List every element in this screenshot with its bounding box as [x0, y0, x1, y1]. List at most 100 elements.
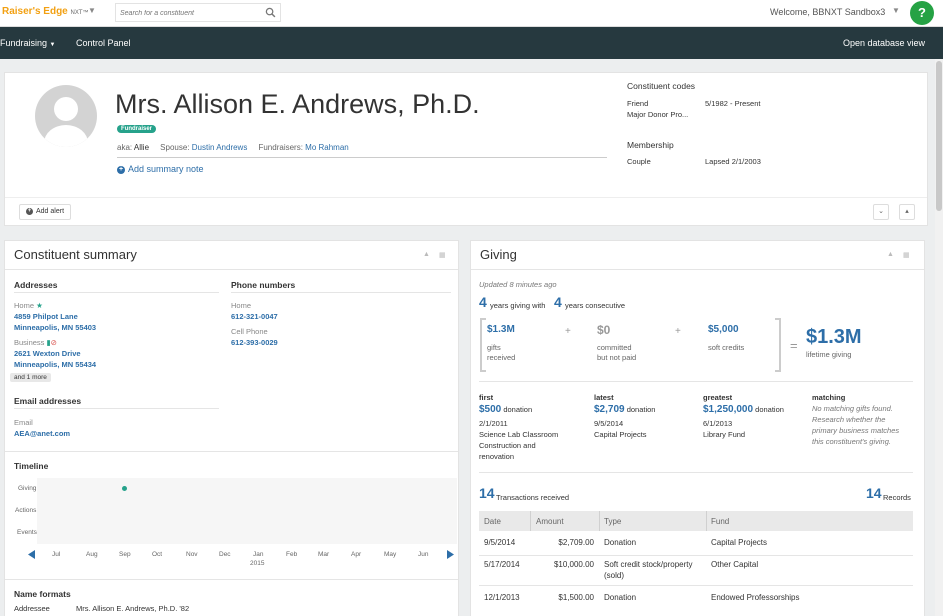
- timeline-month: May: [384, 551, 397, 558]
- phone-home-value[interactable]: 612-321-0047: [231, 312, 278, 321]
- fundraisers-label: Fundraisers:: [258, 143, 303, 152]
- phone-cell-value[interactable]: 612-393-0029: [231, 338, 278, 347]
- email-value[interactable]: AEA@anet.com: [14, 429, 70, 438]
- aka-value: Allie: [133, 143, 150, 152]
- timeline-month: Apr: [351, 551, 362, 558]
- section-divider: [5, 451, 458, 452]
- spouse-link[interactable]: Dustin Andrews: [192, 143, 248, 152]
- business-address-line2[interactable]: Minneapolis, MN 55434: [14, 360, 96, 369]
- open-database-view-link[interactable]: Open database view: [843, 38, 925, 48]
- timeline-prev-icon[interactable]: [28, 550, 36, 559]
- section-divider: [14, 408, 219, 409]
- aka-label: aka:: [117, 143, 133, 152]
- matching-title: matching: [812, 393, 846, 402]
- plus-operator: +: [565, 326, 571, 337]
- column-divider: [599, 511, 600, 531]
- phone-home-label: Home: [231, 301, 252, 310]
- timeline-year: 2015: [250, 560, 265, 567]
- lifetime-giving-value[interactable]: $1.3M: [806, 326, 862, 349]
- matching-text-3: primary business matches: [812, 426, 900, 435]
- latest-gift[interactable]: $2,709 donation: [594, 404, 655, 415]
- matching-text-2: Research whether the: [812, 415, 886, 424]
- timeline-month: Feb: [286, 551, 298, 558]
- email-label: Email: [14, 418, 33, 427]
- star-icon: ★: [36, 301, 43, 310]
- business-address-line1[interactable]: 2621 Wexton Drive: [14, 349, 81, 358]
- greatest-amount: $1,250,000: [703, 404, 754, 415]
- phone-cell-label: Cell Phone: [231, 327, 268, 336]
- timeline-month: Nov: [186, 551, 198, 558]
- greatest-gift[interactable]: $1,250,000 donation: [703, 404, 784, 415]
- matching-text-1: No matching gifts found.: [812, 404, 893, 413]
- committed-label-2: but not paid: [597, 353, 637, 362]
- chevron-down-icon: ▼: [49, 42, 56, 48]
- help-button[interactable]: ?: [910, 1, 934, 25]
- nav-fundraising[interactable]: Fundraising ▼: [0, 38, 56, 48]
- timeline-chart: [37, 478, 457, 544]
- cell-fund: Endowed Professorships: [711, 593, 800, 602]
- giving-updated: Updated 8 minutes ago: [479, 280, 557, 289]
- records-count: 14: [866, 485, 882, 501]
- timeline-giving-dot[interactable]: [122, 486, 127, 491]
- first-gift[interactable]: $500 donation: [479, 404, 532, 415]
- welcome-user[interactable]: Welcome, BBNXT Sandbox3: [770, 7, 885, 17]
- timeline-title: Timeline: [14, 461, 49, 471]
- timeline-month: Jun: [418, 551, 429, 558]
- expand-down-button[interactable]: ⌄: [873, 204, 889, 220]
- collapse-icon[interactable]: ▲: [423, 251, 430, 258]
- code-label: Major Donor Pro...: [627, 110, 689, 119]
- name-formats-title: Name formats: [14, 589, 71, 599]
- timeline-next-icon[interactable]: [447, 550, 455, 559]
- page-scrollbar[interactable]: [935, 59, 943, 616]
- fundraiser-link[interactable]: Mo Rahman: [305, 143, 349, 152]
- cell-fund: Other Capital: [711, 560, 759, 569]
- gifts-received-label-2: received: [487, 353, 516, 362]
- first-amount: $500: [479, 404, 502, 415]
- timeline-month: Sep: [119, 551, 131, 558]
- soft-credits-value[interactable]: $5,000: [708, 324, 739, 335]
- giving-panel-title: Giving: [480, 247, 517, 262]
- grid-icon[interactable]: ▦: [903, 251, 910, 259]
- app-menu-caret-icon[interactable]: ▼: [88, 6, 96, 15]
- panel-divider: [471, 269, 924, 270]
- timeline-month: Dec: [219, 551, 231, 558]
- collapse-icon[interactable]: ▲: [887, 251, 894, 258]
- cell-fund: Capital Projects: [711, 538, 768, 547]
- collapse-up-button[interactable]: ▴: [899, 204, 915, 220]
- cell-date: 9/5/2014: [484, 538, 516, 547]
- col-header-date[interactable]: Date: [484, 517, 501, 526]
- more-addresses-chip[interactable]: and 1 more: [10, 373, 51, 382]
- timeline-month: Mar: [318, 551, 330, 558]
- cell-amount: $2,709.00: [558, 538, 594, 547]
- soft-credits-label: soft credits: [708, 343, 745, 352]
- greatest-title: greatest: [703, 393, 733, 402]
- home-address-line1[interactable]: 4859 Philpot Lane: [14, 312, 78, 321]
- scrollbar-thumb[interactable]: [936, 61, 942, 211]
- add-alert-button[interactable]: + Add alert: [19, 204, 72, 220]
- transactions-text: Transactions received: [496, 493, 570, 502]
- nav-control-panel[interactable]: Control Panel: [76, 38, 131, 48]
- app-logo[interactable]: Raiser's Edge NXT™: [2, 6, 89, 17]
- matching-text-4: this constituent's giving.: [812, 437, 891, 446]
- add-summary-note-label: Add summary note: [128, 164, 204, 174]
- timeline-month: Oct: [152, 551, 163, 558]
- home-address-line2[interactable]: Minneapolis, MN 55403: [14, 323, 96, 332]
- spouse-label: Spouse:: [160, 143, 190, 152]
- search-icon[interactable]: [265, 7, 276, 18]
- committed-label-1: committed: [597, 343, 632, 352]
- add-summary-note-button[interactable]: + Add summary note: [117, 164, 204, 174]
- col-header-type[interactable]: Type: [604, 517, 621, 526]
- row-divider: [479, 585, 913, 586]
- col-header-fund[interactable]: Fund: [711, 517, 729, 526]
- years-consecutive-text: years consecutive: [565, 301, 626, 310]
- gifts-received-value[interactable]: $1.3M: [487, 324, 515, 335]
- grid-icon[interactable]: ▦: [439, 251, 446, 259]
- user-menu-caret-icon[interactable]: ▼: [892, 6, 900, 15]
- col-header-amount[interactable]: Amount: [536, 517, 564, 526]
- avatar[interactable]: [35, 85, 97, 147]
- constituent-summary-panel: Constituent summary ▲ ▦: [4, 240, 459, 616]
- records-text: Records: [883, 493, 911, 502]
- constituent-name: Mrs. Allison E. Andrews, Ph.D.: [115, 89, 480, 119]
- search-input[interactable]: [120, 7, 260, 19]
- addressee-label: Addressee: [14, 604, 50, 613]
